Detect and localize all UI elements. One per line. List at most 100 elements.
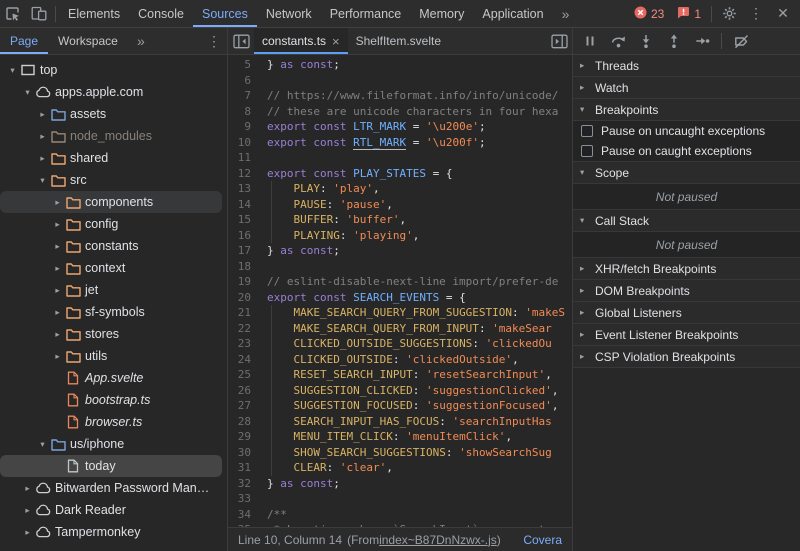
more-navigator-tabs-icon[interactable]: » [128,28,154,54]
chevron-right-icon[interactable]: ▸ [21,505,34,516]
tab-console[interactable]: Console [129,0,193,27]
line-number[interactable]: 10 [228,135,262,151]
tree-item-assets[interactable]: ▸ assets [0,103,222,125]
tab-memory[interactable]: Memory [410,0,473,27]
tree-item-jet[interactable]: ▸ jet [0,279,222,301]
more-tabs-icon[interactable]: » [553,1,579,27]
line-number[interactable]: 25 [228,367,262,383]
line-number[interactable]: 12 [228,166,262,182]
chevron-right-icon[interactable]: ▸ [21,483,34,494]
line-number[interactable]: 16 [228,228,262,244]
chevron-right-icon[interactable]: ▸ [51,307,64,318]
tree-item-us-iphone[interactable]: ▾ us/iphone [0,433,222,455]
tab-network[interactable]: Network [257,0,321,27]
close-icon[interactable]: ✕ [770,1,796,27]
line-number[interactable]: 18 [228,259,262,275]
inspect-element-icon[interactable] [0,1,26,27]
kebab-menu-icon[interactable]: ⋮ [743,1,769,27]
line-number[interactable]: 29 [228,429,262,445]
tree-item-dark-reader[interactable]: ▸ Dark Reader [0,499,222,521]
section-global-listeners[interactable]: ▸ Global Listeners [573,302,800,324]
breakpoint-option[interactable]: Pause on uncaught exceptions [573,121,800,141]
tree-item-components[interactable]: ▸ components [0,191,222,213]
chevron-right-icon[interactable]: ▸ [51,285,64,296]
section-xhr-fetch-breakpoints[interactable]: ▸ XHR/fetch Breakpoints [573,258,800,280]
line-number[interactable]: 9 [228,119,262,135]
tree-item-top[interactable]: ▾ top [0,59,222,81]
chevron-right-icon[interactable]: ▸ [51,219,64,230]
line-number[interactable]: 33 [228,491,262,507]
tree-item-apps-apple-com[interactable]: ▾ apps.apple.com [0,81,222,103]
section-event-listener-breakpoints[interactable]: ▸ Event Listener Breakpoints [573,324,800,346]
section-breakpoints[interactable]: ▾ Breakpoints [573,99,800,121]
tree-item-sf-symbols[interactable]: ▸ sf-symbols [0,301,222,323]
line-number[interactable]: 20 [228,290,262,306]
breakpoint-option[interactable]: Pause on caught exceptions [573,141,800,161]
chevron-down-icon[interactable]: ▾ [36,439,49,450]
checkbox-unchecked[interactable] [581,125,593,137]
chevron-right-icon[interactable]: ▸ [51,241,64,252]
line-number[interactable]: 28 [228,414,262,430]
coverage-link[interactable]: Covera [523,533,562,547]
chevron-right-icon[interactable]: ▸ [51,197,64,208]
settings-gear-icon[interactable] [716,1,742,27]
tab-elements[interactable]: Elements [59,0,129,27]
line-number[interactable]: 30 [228,445,262,461]
tree-item-today[interactable]: today [0,455,222,477]
tab-sources[interactable]: Sources [193,0,257,27]
step-out-icon[interactable] [662,29,686,53]
chevron-down-icon[interactable]: ▾ [6,65,19,76]
editor-tab-shelfitem-svelte[interactable]: ShelfItem.svelte [348,28,449,54]
tree-item-src[interactable]: ▾ src [0,169,222,191]
step-into-icon[interactable] [634,29,658,53]
hide-debugger-icon[interactable] [546,28,572,54]
line-number[interactable]: 34 [228,507,262,523]
tree-item-utils[interactable]: ▸ utils [0,345,222,367]
deactivate-breakpoints-icon[interactable] [729,29,753,53]
pause-icon[interactable] [578,29,602,53]
section-call-stack[interactable]: ▾ Call Stack [573,210,800,232]
tree-item-bootstrap-ts[interactable]: bootstrap.ts [0,389,222,411]
chevron-right-icon[interactable]: ▸ [51,263,64,274]
line-number[interactable]: 8 [228,104,262,120]
line-number[interactable]: 13 [228,181,262,197]
tree-item-config[interactable]: ▸ config [0,213,222,235]
tree-item-stores[interactable]: ▸ stores [0,323,222,345]
tab-performance[interactable]: Performance [321,0,411,27]
step-over-icon[interactable] [606,29,630,53]
line-number[interactable]: 27 [228,398,262,414]
chevron-right-icon[interactable]: ▸ [51,351,64,362]
checkbox-unchecked[interactable] [581,145,593,157]
tree-item-node-modules[interactable]: ▸ node_modules [0,125,222,147]
line-number[interactable]: 5 [228,57,262,73]
section-csp-violation-breakpoints[interactable]: ▸ CSP Violation Breakpoints [573,346,800,368]
editor-tab-constants-ts[interactable]: constants.ts × [254,28,348,54]
section-scope[interactable]: ▾ Scope [573,162,800,184]
tree-item-constants[interactable]: ▸ constants [0,235,222,257]
navigator-tab-workspace[interactable]: Workspace [48,28,128,54]
hide-navigator-icon[interactable] [228,28,254,54]
line-number[interactable]: 17 [228,243,262,259]
line-number[interactable]: 11 [228,150,262,166]
line-number[interactable]: 22 [228,321,262,337]
navigator-kebab-icon[interactable]: ⋮ [201,28,227,54]
chevron-right-icon[interactable]: ▸ [36,153,49,164]
code-editor[interactable]: 5} as const; 6 7 // https://www.fileformat.… [228,55,572,527]
chevron-down-icon[interactable]: ▾ [36,175,49,186]
tree-item-bitwarden-password-man[interactable]: ▸ Bitwarden Password Man… [0,477,222,499]
line-number[interactable]: 23 [228,336,262,352]
section-threads[interactable]: ▸ Threads [573,55,800,77]
line-number[interactable]: 6 [228,73,262,89]
chevron-right-icon[interactable]: ▸ [36,131,49,142]
chevron-right-icon[interactable]: ▸ [51,329,64,340]
line-number[interactable]: 14 [228,197,262,213]
tree-item-app-svelte[interactable]: App.svelte [0,367,222,389]
line-number[interactable]: 7 [228,88,262,104]
line-number[interactable]: 31 [228,460,262,476]
device-toolbar-icon[interactable] [26,1,52,27]
chevron-right-icon[interactable]: ▸ [36,109,49,120]
line-number[interactable]: 32 [228,476,262,492]
tree-item-shared[interactable]: ▸ shared [0,147,222,169]
close-tab-icon[interactable]: × [332,35,340,48]
line-number[interactable]: 15 [228,212,262,228]
